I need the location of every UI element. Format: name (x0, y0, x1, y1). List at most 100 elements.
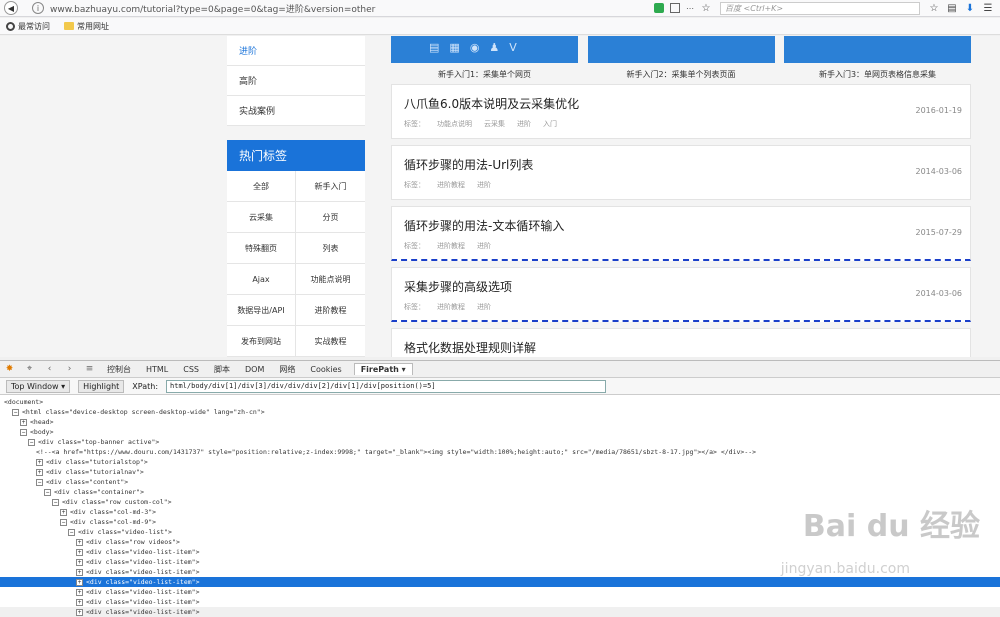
tag-link[interactable]: 列表 (296, 233, 365, 264)
expand-icon[interactable]: + (76, 588, 83, 596)
collapse-icon[interactable]: − (20, 428, 27, 436)
collapse-icon[interactable]: − (52, 498, 59, 506)
dom-tree-node[interactable]: + <div class="tutorialstop"> (0, 457, 1000, 467)
dom-tree-node[interactable]: <!--<a href="https://www.douru.com/14317… (0, 447, 1000, 457)
menu-item-advanced[interactable]: 进阶 (227, 36, 365, 66)
collapse-icon[interactable]: − (68, 528, 75, 536)
inspect-icon[interactable]: ⌖ (24, 364, 35, 375)
dom-tree-node[interactable]: + <div class="video-list-item"> (0, 587, 1000, 597)
expand-icon[interactable]: + (76, 548, 83, 556)
tag-link[interactable]: 全部 (227, 171, 296, 202)
tag-link[interactable]: 特殊翻页 (227, 233, 296, 264)
url-text[interactable]: www.bazhuayu.com/tutorial?type=0&page=0&… (50, 2, 650, 15)
clipboard-icon[interactable]: ▤ (946, 2, 958, 14)
video-thumbnail[interactable]: ▤ ▦ ◉ ♟ V 新手入门1：采集单个网页 (391, 36, 578, 79)
tag-link[interactable]: 进阶 (477, 302, 491, 312)
video-caption[interactable]: 新手入门3：单网页表格信息采集 (784, 69, 971, 80)
tab-css[interactable]: CSS (180, 364, 202, 375)
article-title[interactable]: 八爪鱼6.0版本说明及云采集优化 (404, 95, 958, 112)
dom-tree-node[interactable]: − <div class="top-banner active"> (0, 437, 1000, 447)
expand-icon[interactable]: + (76, 608, 83, 616)
tag-link[interactable]: 云采集 (227, 202, 296, 233)
dom-tree-node[interactable]: + <head> (0, 417, 1000, 427)
back-icon[interactable]: ‹ (44, 364, 55, 375)
article-card[interactable]: 八爪鱼6.0版本说明及云采集优化 标签： 功能点说明 云采集 进阶 入门 201… (391, 84, 971, 139)
tab-firepath[interactable]: FirePath ▾ (353, 363, 413, 375)
article-title[interactable]: 循环步骤的用法-文本循环输入 (404, 217, 958, 234)
expand-icon[interactable]: + (76, 568, 83, 576)
collapse-icon[interactable]: − (60, 518, 67, 526)
bookmark-star-icon[interactable]: ☆ (700, 2, 712, 14)
tag-link[interactable]: 新手入门 (296, 171, 365, 202)
bookmark-most-visited[interactable]: 最常访问 (6, 21, 50, 32)
tag-link[interactable]: 实战教程 (296, 326, 365, 357)
tag-link[interactable]: 分页 (296, 202, 365, 233)
tab-network[interactable]: 网络 (276, 363, 298, 376)
more-icon[interactable]: ⋯ (686, 4, 694, 13)
xpath-input[interactable]: html/body/div[1]/div[3]/div/div/div[2]/d… (166, 379, 607, 393)
video-thumbnail[interactable]: 新手入门3：单网页表格信息采集 (784, 36, 971, 79)
download-icon[interactable]: ⬇ (964, 2, 976, 14)
tag-link[interactable]: 进阶 (477, 241, 491, 251)
collapse-icon[interactable]: − (36, 478, 43, 486)
expand-icon[interactable]: + (76, 598, 83, 606)
expand-icon[interactable]: + (60, 508, 67, 516)
tag-link[interactable]: 进阶教程 (296, 295, 365, 326)
dom-tree-node[interactable]: + <div class="video-list-item"> (0, 607, 1000, 617)
menu-icon[interactable]: ☰ (982, 2, 994, 14)
tag-link[interactable]: 入门 (543, 119, 557, 129)
video-caption[interactable]: 新手入门1：采集单个网页 (391, 69, 578, 80)
video-thumbnail[interactable]: 新手入门2：采集单个列表页面 (587, 36, 775, 79)
tab-cookies[interactable]: Cookies (307, 364, 344, 375)
bookmark-common[interactable]: 常用网址 (64, 21, 109, 32)
expand-icon[interactable]: + (20, 418, 27, 426)
expand-icon[interactable]: + (76, 558, 83, 566)
search-input[interactable]: 百度 <Ctrl+K> (720, 1, 920, 15)
tag-link[interactable]: 发布到网站 (227, 326, 296, 357)
dom-tree-node[interactable]: − <html class="device-desktop screen-desk… (0, 407, 1000, 417)
expand-icon[interactable]: + (36, 458, 43, 466)
tab-html[interactable]: HTML (143, 364, 171, 375)
tab-dom[interactable]: DOM (242, 364, 267, 375)
tag-link[interactable]: 数据导出/API (227, 295, 296, 326)
dom-tree-node[interactable]: − <body> (0, 427, 1000, 437)
tag-link[interactable]: 功能点说明 (437, 119, 472, 129)
firebug-icon[interactable]: ✸ (4, 364, 15, 375)
menu-item-expert[interactable]: 高阶 (227, 66, 365, 96)
tag-link[interactable]: 进阶 (477, 180, 491, 190)
highlight-button[interactable]: Highlight (78, 379, 125, 393)
article-title[interactable]: 采集步骤的高级选项 (404, 278, 958, 295)
forward-icon[interactable]: › (64, 364, 75, 375)
tag-link[interactable]: 云采集 (484, 119, 505, 129)
dom-tree-node[interactable]: + <div class="video-list-item"> (0, 547, 1000, 557)
dom-tree-node[interactable]: <document> (0, 397, 1000, 407)
tag-link[interactable]: 进阶 (517, 119, 531, 129)
shield-icon[interactable] (654, 3, 664, 13)
tag-link[interactable]: Ajax (227, 264, 296, 295)
tab-console[interactable]: 控制台 (104, 363, 134, 376)
article-title[interactable]: 格式化数据处理规则详解 (404, 339, 958, 356)
tag-link[interactable]: 进阶教程 (437, 302, 465, 312)
dom-tree-node[interactable]: + <div class="video-list-item"> (0, 597, 1000, 607)
article-card[interactable]: 循环步骤的用法-Url列表 标签： 进阶教程 进阶 2014-03-06 (391, 145, 971, 200)
article-title[interactable]: 循环步骤的用法-Url列表 (404, 156, 958, 173)
tag-link[interactable]: 功能点说明 (296, 264, 365, 295)
info-icon[interactable]: i (32, 2, 44, 14)
collapse-icon[interactable]: − (12, 408, 19, 416)
tag-link[interactable]: 进阶教程 (437, 241, 465, 251)
command-line-icon[interactable]: ≡ (84, 364, 95, 375)
collapse-icon[interactable]: − (28, 438, 35, 446)
menu-item-cases[interactable]: 实战案例 (227, 96, 365, 126)
dom-tree-node[interactable]: − <div class="container"> (0, 487, 1000, 497)
star-icon[interactable]: ☆ (928, 2, 940, 14)
video-caption[interactable]: 新手入门2：采集单个列表页面 (588, 69, 775, 80)
expand-icon[interactable]: + (76, 578, 83, 586)
dom-tree-node[interactable]: − <div class="content"> (0, 477, 1000, 487)
article-card[interactable]: 格式化数据处理规则详解 (391, 328, 971, 357)
article-card-highlighted[interactable]: 采集步骤的高级选项 标签： 进阶教程 进阶 2014-03-06 (391, 267, 971, 322)
tag-link[interactable]: 进阶教程 (437, 180, 465, 190)
expand-icon[interactable]: + (76, 538, 83, 546)
article-card[interactable]: 循环步骤的用法-文本循环输入 标签： 进阶教程 进阶 2015-07-29 (391, 206, 971, 261)
tab-script[interactable]: 脚本 (211, 363, 233, 376)
top-window-dropdown[interactable]: Top Window ▾ (6, 379, 71, 393)
